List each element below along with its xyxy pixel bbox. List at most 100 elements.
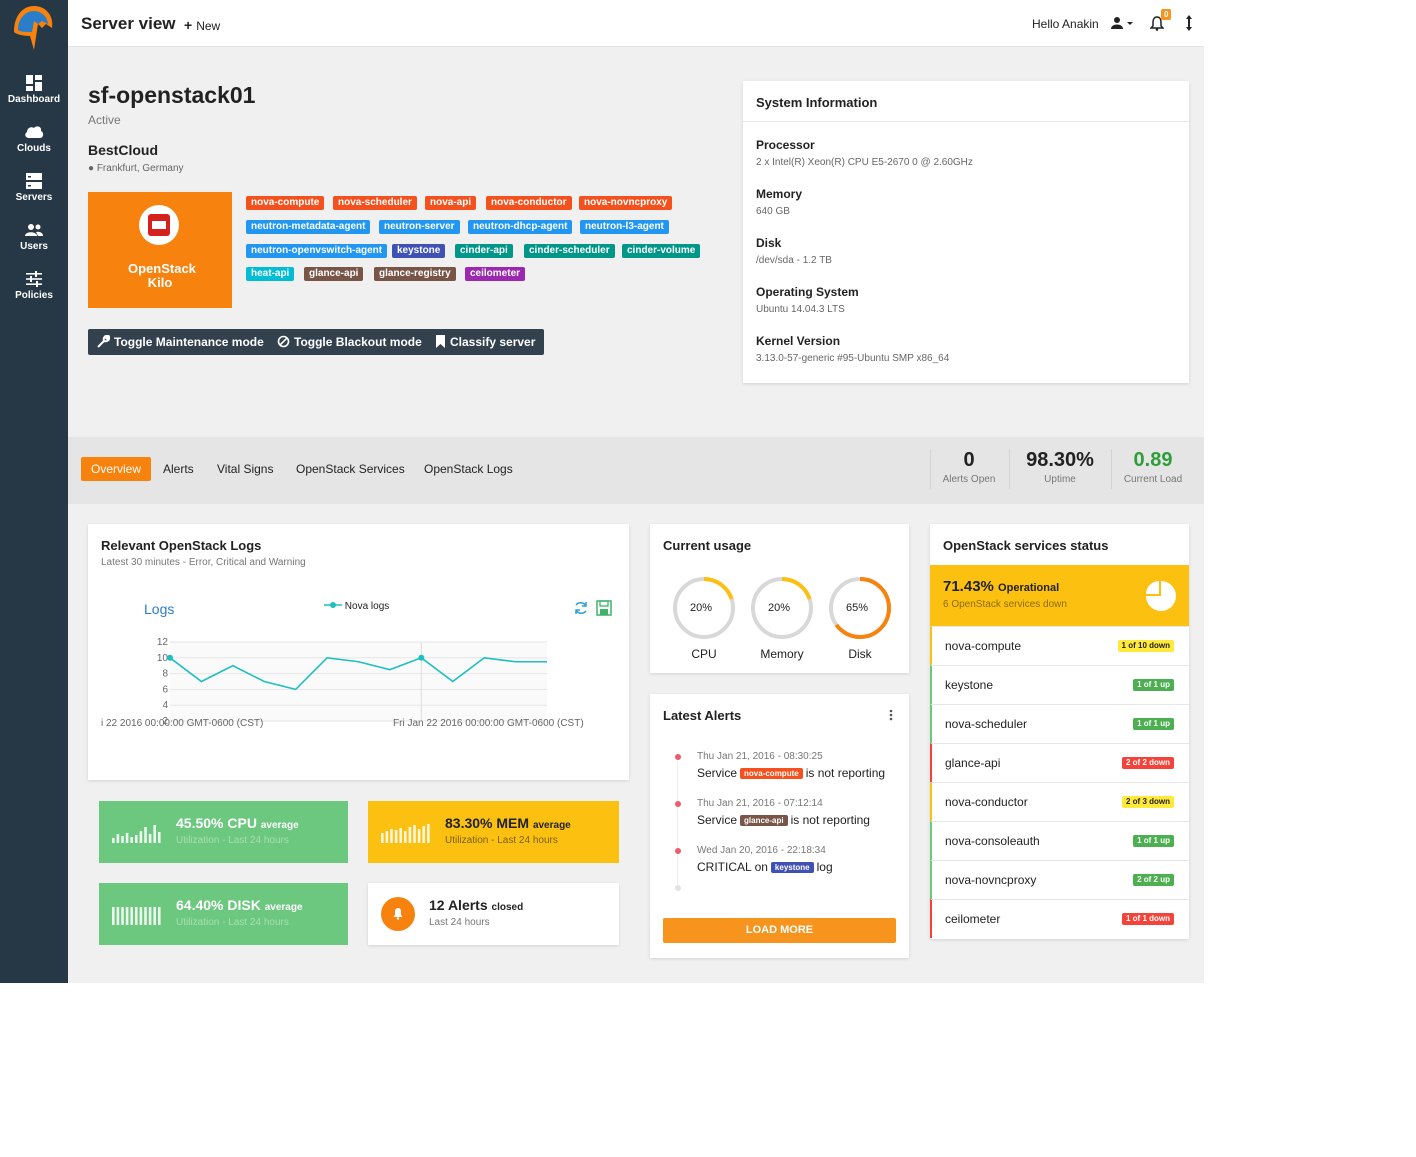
service-tag[interactable]: nova-novncproxy: [579, 196, 673, 210]
service-row[interactable]: nova-novncproxy 2 of 2 up: [930, 860, 1189, 899]
stat-uptime: 98.30% Uptime: [1018, 449, 1102, 485]
service-row[interactable]: glance-api 2 of 2 down: [930, 743, 1189, 782]
stat-current-load: 0.89 Current Load: [1118, 449, 1188, 485]
latest-alerts-title: Latest Alerts: [663, 708, 742, 723]
service-name: ceilometer: [945, 912, 1001, 926]
cpu-sparkline-icon: [112, 825, 161, 843]
service-tag[interactable]: nova-api: [425, 196, 477, 210]
service-row[interactable]: nova-consoleauth 1 of 1 up: [930, 821, 1189, 860]
chart-title: Logs: [144, 601, 175, 617]
service-row[interactable]: ceilometer 1 of 1 down: [930, 899, 1189, 938]
tab-openstack-logs[interactable]: OpenStack Logs: [414, 457, 523, 481]
sparkline-bar: [125, 907, 129, 925]
service-tag[interactable]: glance-api: [304, 267, 364, 281]
wrench-icon: [97, 334, 111, 348]
chart-legend[interactable]: Nova logs: [324, 601, 389, 612]
nav-servers-label: Servers: [15, 192, 53, 203]
tab-vital-signs[interactable]: Vital Signs: [207, 457, 283, 481]
data-point[interactable]: [167, 654, 173, 661]
refresh-icon[interactable]: [573, 600, 589, 616]
nav-dashboard[interactable]: Dashboard: [0, 75, 68, 105]
sparkline-bar: [116, 834, 120, 843]
page-title: Server view: [81, 14, 176, 33]
service-tag[interactable]: cinder-api: [455, 244, 513, 258]
sidebar: Dashboard Clouds Servers Users Policies: [0, 0, 68, 983]
data-point[interactable]: [418, 654, 425, 661]
service-tag[interactable]: nova-conductor: [486, 196, 572, 210]
stat-alerts-open: 0 Alerts Open: [938, 449, 1000, 485]
services-down-text: 6 OpenStack services down: [943, 599, 1067, 610]
service-row[interactable]: nova-scheduler 1 of 1 up: [930, 704, 1189, 743]
x-axis-start-label: i 22 2016 00:00:00 GMT-0600 (CST): [101, 718, 264, 729]
alert-message[interactable]: CRITICAL on keystone log: [697, 860, 833, 874]
service-status-badge: 1 of 1 up: [1133, 679, 1174, 691]
memory-value: 640 GB: [756, 206, 790, 217]
tab-openstack-services[interactable]: OpenStack Services: [286, 457, 415, 481]
alert-message[interactable]: Service glance-api is not reporting: [697, 813, 870, 827]
load-more-button[interactable]: LOAD MORE: [663, 918, 896, 943]
service-tag[interactable]: neutron-openvswitch-agent: [246, 244, 388, 258]
sparkline-bar: [112, 838, 115, 843]
services-status-card: OpenStack services status 71.43% Operati…: [930, 524, 1189, 939]
sparkline-bar: [121, 836, 124, 843]
service-tag[interactable]: cinder-scheduler: [524, 244, 615, 258]
service-row[interactable]: nova-conductor 2 of 3 down: [930, 782, 1189, 821]
save-icon[interactable]: [596, 600, 612, 616]
sparkline-bar: [153, 907, 156, 925]
user-menu-icon[interactable]: [1111, 16, 1133, 30]
sparkline-bar: [427, 824, 430, 843]
toggle-maintenance-button[interactable]: Toggle Maintenance mode: [88, 329, 273, 355]
gauge-label: Disk: [848, 647, 872, 661]
alerts-kpi-sub: Last 24 hours: [429, 917, 490, 928]
service-tag[interactable]: ceilometer: [465, 267, 526, 281]
more-vertical-icon[interactable]: [888, 708, 894, 722]
app-logo[interactable]: [8, 2, 58, 52]
service-tag[interactable]: neutron-l3-agent: [580, 220, 669, 234]
logs-card-title: Relevant OpenStack Logs: [101, 538, 262, 553]
stat-current-load-value: 0.89: [1133, 449, 1173, 471]
sparkline-bar: [135, 835, 138, 843]
alert-suffix: is not reporting: [805, 766, 886, 780]
service-row[interactable]: keystone 1 of 1 up: [930, 665, 1189, 704]
service-tag[interactable]: keystone: [392, 244, 446, 258]
service-tag[interactable]: cinder-volume: [622, 244, 701, 258]
os-value: Ubuntu 14.04.3 LTS: [756, 304, 845, 315]
alert-service-tag[interactable]: keystone: [770, 862, 814, 873]
operational-summary: 71.43% Operational 6 OpenStack services …: [930, 565, 1189, 626]
toggle-blackout-button[interactable]: Toggle Blackout mode: [268, 329, 431, 355]
usage-gauge-disk: 65% Disk: [825, 576, 895, 661]
sparkline-bar: [148, 834, 152, 843]
nav-policies[interactable]: Policies: [0, 271, 68, 301]
sparkline-bar: [158, 907, 161, 925]
sparkline-bar: [399, 828, 402, 843]
tab-overview[interactable]: Overview: [81, 457, 152, 481]
tab-alerts[interactable]: Alerts: [153, 457, 204, 481]
service-tag[interactable]: nova-scheduler: [333, 196, 417, 210]
service-tag[interactable]: neutron-dhcp-agent: [468, 220, 573, 234]
alert-service-tag[interactable]: glance-api: [740, 815, 788, 826]
legend-line-icon: [324, 602, 342, 608]
alert-time: Wed Jan 20, 2016 - 22:18:34: [697, 845, 826, 856]
stat-alerts-open-value: 0: [963, 449, 975, 471]
nav-users[interactable]: Users: [0, 222, 68, 252]
service-row[interactable]: nova-compute 1 of 10 down: [930, 626, 1189, 665]
service-tag[interactable]: glance-registry: [374, 267, 456, 281]
service-tag[interactable]: neutron-server: [379, 220, 460, 234]
new-button[interactable]: + New: [184, 17, 220, 33]
openstack-logs-card: Relevant OpenStack Logs Latest 30 minute…: [88, 524, 629, 780]
alerts-kpi-tile: 12 Alerts closed Last 24 hours: [368, 883, 619, 945]
platform-name: OpenStack Kilo: [128, 261, 196, 290]
service-tag[interactable]: heat-api: [246, 267, 295, 281]
sparkline-bar: [404, 831, 407, 843]
service-tag[interactable]: nova-compute: [246, 196, 325, 210]
x-axis-end-label: Fri Jan 22 2016 00:00:00 GMT-0600 (CST): [393, 718, 584, 729]
nav-servers[interactable]: Servers: [0, 173, 68, 203]
alert-message[interactable]: Service nova-compute is not reporting: [697, 766, 885, 780]
service-tag[interactable]: neutron-metadata-agent: [246, 220, 371, 234]
openstack-logo-icon: [139, 205, 179, 245]
service-name: nova-compute: [945, 639, 1022, 653]
more-vertical-icon[interactable]: [1186, 15, 1192, 31]
nav-clouds[interactable]: Clouds: [0, 124, 68, 154]
alert-service-tag[interactable]: nova-compute: [740, 768, 803, 779]
classify-server-button[interactable]: Classify server: [426, 329, 545, 355]
